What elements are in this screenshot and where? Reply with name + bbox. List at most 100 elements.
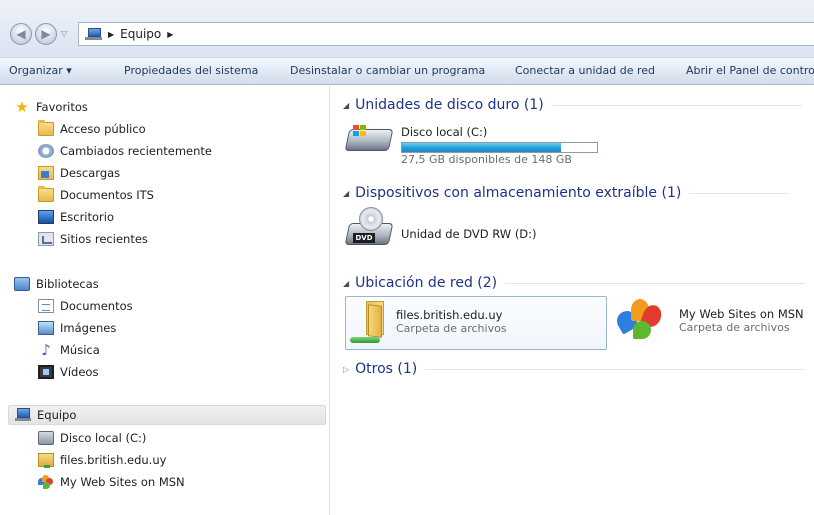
nav-favorites-label: Favoritos [36,100,88,114]
group-header-others[interactable]: ▷ Otros (1) [343,359,806,379]
group-header-hard-drives[interactable]: ◢ Unidades de disco duro (1) [343,95,802,115]
nav-item-escritorio[interactable]: Escritorio [38,207,114,227]
group-header-label: Otros (1) [355,361,418,377]
nav-item-label: My Web Sites on MSN [60,475,185,489]
nav-item-disco-local[interactable]: Disco local (C:) [38,428,146,448]
music-note-icon: ♪ [41,341,51,359]
nav-computer-label: Equipo [37,408,77,422]
breadcrumb-separator-icon[interactable]: ▶ [167,30,173,39]
group-header-label: Dispositivos con almacenamiento extraíbl… [355,185,682,201]
pictures-icon [38,321,54,335]
dvd-drive-tile[interactable]: DVD Unidad de DVD RW (D:) [344,207,537,251]
nav-item-files-british[interactable]: files.british.edu.uy [38,450,166,470]
organize-menu[interactable]: Organizar ▾ [9,64,72,77]
nav-item-cambiados-recientemente[interactable]: Cambiados recientemente [38,141,212,161]
collapse-triangle-icon[interactable]: ◢ [343,101,349,110]
recently-changed-icon [38,144,54,158]
nav-item-documentos[interactable]: Documentos [38,296,133,316]
computer-icon [15,408,31,422]
system-properties-button[interactable]: Propiedades del sistema [124,64,258,77]
uninstall-program-button[interactable]: Desinstalar o cambiar un programa [290,64,485,77]
network-folder-icon [38,453,54,468]
nav-item-videos[interactable]: Vídeos [38,362,98,382]
expand-triangle-icon[interactable]: ▷ [343,365,349,374]
network-item-files-british[interactable]: files.british.edu.uy Carpeta de archivos [345,296,607,350]
network-item-type: Carpeta de archivos [396,322,507,335]
nav-item-my-web-sites[interactable]: My Web Sites on MSN [38,472,185,492]
dvd-drive-name: Unidad de DVD RW (D:) [401,227,537,241]
network-item-name: My Web Sites on MSN [679,307,804,321]
nav-item-imagenes[interactable]: Imágenes [38,318,116,338]
content-pane: ◢ Unidades de disco duro (1) Disco local… [331,85,814,515]
nav-item-label: Música [60,343,100,357]
divider [505,282,806,284]
collapse-triangle-icon[interactable]: ◢ [343,189,349,198]
recent-places-icon [38,232,54,246]
breadcrumb-separator-icon[interactable]: ▶ [108,30,114,39]
computer-icon [85,27,102,41]
divider [689,192,790,194]
nav-item-descargas[interactable]: Descargas [38,163,120,183]
map-network-drive-button[interactable]: Conectar a unidad de red [515,64,655,77]
msn-butterfly-icon [613,297,671,343]
nav-item-label: Vídeos [60,365,99,379]
desktop-icon [38,210,54,224]
navigation-pane: ★ Favoritos Acceso público Cambiados rec… [0,85,330,515]
command-bar: Organizar ▾ Propiedades del sistema Desi… [0,57,814,85]
star-icon: ★ [15,98,29,116]
drive-name: Disco local (C:) [401,125,488,139]
network-item-name: files.british.edu.uy [396,308,503,322]
video-film-icon [38,365,54,379]
drive-free-space: 27,5 GB disponibles de 148 GB [401,153,572,166]
address-bar: ◀ ▶ ▽ ▶ Equipo ▶ [0,0,814,57]
hard-drive-icon [38,431,54,445]
drive-usage-bar [401,142,598,153]
nav-item-label: Disco local (C:) [60,431,147,445]
nav-item-acceso-publico[interactable]: Acceso público [38,119,146,139]
group-header-removable[interactable]: ◢ Dispositivos con almacenamiento extraí… [343,183,790,203]
drive-usage-fill [402,143,561,152]
recent-pages-dropdown[interactable]: ▽ [61,29,67,38]
forward-arrow-icon: ▶ [41,27,51,41]
nav-item-label: Descargas [60,166,121,180]
back-button[interactable]: ◀ [10,23,32,45]
nav-libraries[interactable]: Bibliotecas [14,274,99,294]
group-header-label: Ubicación de red (2) [355,275,498,291]
nav-item-label: Acceso público [60,122,146,136]
nav-computer[interactable]: Equipo [8,405,326,425]
dvd-drive-icon: DVD [344,207,394,251]
nav-item-label: Imágenes [60,321,117,335]
collapse-triangle-icon[interactable]: ◢ [343,279,349,288]
dvd-badge: DVD [353,233,375,243]
group-header-label: Unidades de disco duro (1) [355,97,544,113]
back-arrow-icon: ◀ [16,27,26,41]
nav-item-label: Escritorio [60,210,115,224]
divider [551,104,802,106]
msn-butterfly-icon [38,475,54,489]
network-item-type: Carpeta de archivos [679,321,790,334]
nav-libraries-label: Bibliotecas [36,277,99,291]
group-header-network[interactable]: ◢ Ubicación de red (2) [343,273,806,293]
drive-tile-c[interactable]: Disco local (C:) 27,5 GB disponibles de … [344,123,598,166]
nav-item-label: Cambiados recientemente [60,144,212,158]
documents-icon [38,299,54,313]
network-item-my-web-sites[interactable]: My Web Sites on MSN Carpeta de archivos [613,297,804,343]
nav-favorites[interactable]: ★ Favoritos [14,97,88,117]
network-folder-icon [348,299,388,347]
network-item-content: files.british.edu.uy Carpeta de archivos [348,299,507,347]
hard-drive-icon [344,123,394,157]
nav-item-musica[interactable]: ♪ Música [38,340,100,360]
nav-item-label: files.british.edu.uy [60,453,167,467]
nav-item-documentos-its[interactable]: Documentos ITS [38,185,154,205]
address-input[interactable]: ▶ Equipo ▶ [78,22,814,46]
forward-button[interactable]: ▶ [35,23,57,45]
nav-item-sitios-recientes[interactable]: Sitios recientes [38,229,148,249]
windows-logo-icon [353,125,367,137]
breadcrumb-equipo[interactable]: Equipo [120,27,161,41]
open-control-panel-button[interactable]: Abrir el Panel de control [686,64,814,77]
libraries-icon [14,277,30,291]
nav-item-label: Documentos [60,299,133,313]
nav-item-label: Sitios recientes [60,232,148,246]
divider [425,368,806,370]
nav-item-label: Documentos ITS [60,188,154,202]
